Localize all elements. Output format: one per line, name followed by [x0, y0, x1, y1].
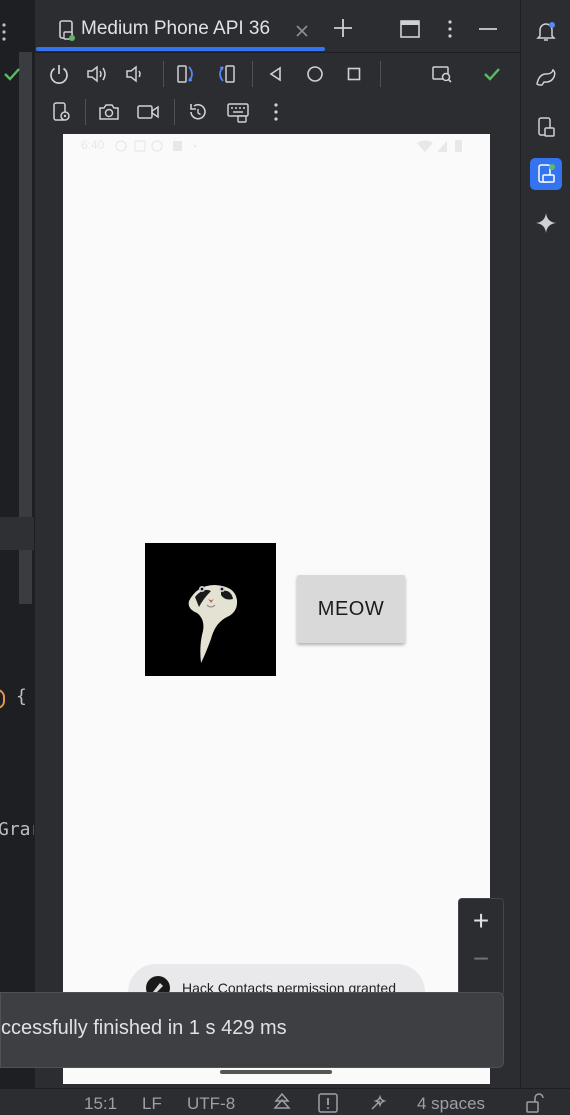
problems-icon[interactable] [316, 1091, 340, 1115]
toolbar-separator [252, 61, 253, 87]
rotate-left-icon[interactable] [174, 62, 198, 86]
status-time: 6:40 [81, 138, 105, 152]
keyboard-icon[interactable] [226, 100, 250, 124]
indent-setting[interactable]: 4 spaces [417, 1094, 485, 1114]
zoom-control: + − [458, 898, 504, 996]
device-screen[interactable]: 6:40 MEOW Hack Contacts permission grant… [63, 134, 490, 1084]
editor-line-highlight [0, 517, 34, 550]
running-devices-icon [534, 162, 558, 186]
plus-icon[interactable] [331, 16, 355, 40]
toolbar-separator [380, 61, 381, 87]
rotate-right-icon[interactable] [214, 62, 238, 86]
overview-icon[interactable] [342, 62, 366, 86]
running-devices-button[interactable] [530, 158, 562, 190]
minimize-icon[interactable] [476, 17, 500, 41]
cat-photo [145, 543, 276, 676]
device-manager-icon[interactable] [534, 115, 558, 139]
tab-active-indicator [36, 47, 325, 51]
code-brace: { [16, 686, 27, 707]
volume-down-icon[interactable] [123, 62, 147, 86]
status-icons [115, 140, 197, 152]
close-icon[interactable] [290, 19, 314, 43]
gemini-icon[interactable] [534, 211, 558, 235]
more-vertical-icon[interactable] [0, 20, 16, 44]
gradle-icon[interactable] [534, 66, 558, 90]
build-notification[interactable]: ccessfully finished in 1 s 429 ms [0, 992, 504, 1068]
snapshot-view-icon[interactable] [430, 62, 454, 86]
reset-icon[interactable] [186, 100, 210, 124]
toolbar-separator [85, 99, 86, 125]
zoom-in-button[interactable]: + [459, 905, 503, 937]
vcs-icon[interactable] [270, 1091, 294, 1115]
ai-assistant-icon[interactable] [366, 1091, 390, 1115]
file-encoding[interactable]: UTF-8 [187, 1094, 235, 1114]
caret-position[interactable]: 15:1 [84, 1094, 117, 1114]
meow-button[interactable]: MEOW [297, 575, 405, 643]
record-icon[interactable] [136, 100, 160, 124]
notification-text: ccessfully finished in 1 s 429 ms [1, 1017, 287, 1039]
signal-battery-icons [417, 140, 462, 152]
device-icon [55, 18, 79, 42]
device-status-bar: 6:40 [63, 134, 490, 158]
window-icon[interactable] [398, 17, 422, 41]
toolbar-separator [174, 99, 175, 125]
notifications-icon[interactable] [534, 19, 558, 43]
tab-title: Medium Phone API 36 [81, 18, 271, 39]
camera-icon[interactable] [97, 100, 121, 124]
line-ending[interactable]: LF [142, 1094, 162, 1114]
ide-status-bar: 15:1 LF UTF-8 4 spaces [0, 1088, 570, 1113]
lock-icon[interactable] [522, 1091, 546, 1115]
gesture-nav-handle[interactable] [220, 1070, 332, 1074]
power-icon[interactable] [47, 62, 71, 86]
check-icon [480, 62, 504, 86]
toolbar-separator [163, 61, 164, 87]
more-vertical-icon[interactable] [264, 100, 288, 124]
home-icon[interactable] [303, 62, 327, 86]
back-icon[interactable] [264, 62, 288, 86]
zoom-out-button[interactable]: − [459, 943, 503, 975]
more-vertical-icon[interactable] [438, 17, 462, 41]
check-icon [0, 62, 24, 86]
volume-up-icon[interactable] [85, 62, 109, 86]
device-settings-icon[interactable] [50, 100, 74, 124]
tab-row-border [34, 52, 520, 53]
